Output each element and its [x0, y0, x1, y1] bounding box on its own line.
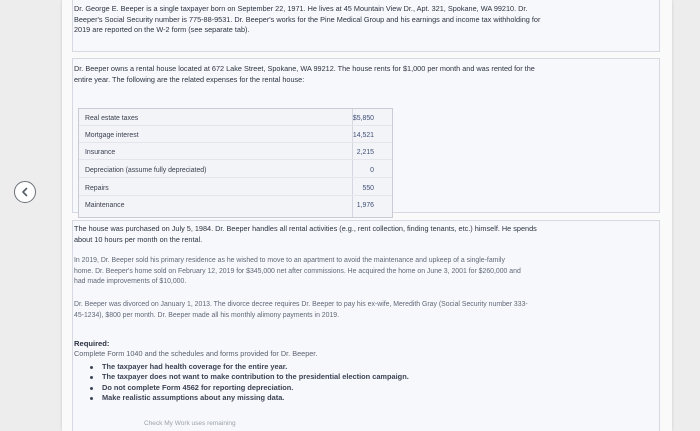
rental-intro-line: Dr. Beeper owns a rental house located a…: [74, 64, 535, 73]
purchase-paragraph: The house was purchased on July 5, 1984.…: [74, 224, 537, 245]
sale-line: had made improvements of $10,000.: [74, 278, 187, 285]
right-margin: [672, 0, 700, 431]
divorce-line: Dr. Beeper was divorced on January 1, 20…: [74, 301, 528, 308]
required-heading: Required:: [74, 339, 110, 348]
requirements-list: The taxpayer had health coverage for the…: [90, 362, 409, 403]
previous-page-button[interactable]: [14, 181, 36, 203]
table-row: Maintenance 1,976: [79, 198, 392, 213]
table-row: Insurance 2,215: [79, 145, 392, 160]
expense-value: $5,850: [352, 115, 374, 122]
table-row: Mortgage interest 14,521: [79, 128, 392, 143]
table-row: Repairs 550: [79, 181, 392, 196]
required-instruction: Complete Form 1040 and the schedules and…: [74, 349, 318, 358]
expense-label: Depreciation (assume fully depreciated): [85, 167, 207, 174]
rental-intro-paragraph: Dr. Beeper owns a rental house located a…: [74, 64, 535, 85]
expense-value: 14,521: [352, 132, 374, 139]
rental-intro-line: entire year. The following are the relat…: [74, 74, 305, 84]
problem-page: Dr. George E. Beeper is a single taxpaye…: [62, 0, 672, 431]
table-row: Depreciation (assume fully depreciated) …: [79, 163, 392, 178]
sale-line: home. Dr. Beeper's home sold on February…: [74, 267, 521, 275]
purchase-line: The house was purchased on July 5, 1984.…: [74, 224, 537, 233]
left-margin: [0, 0, 62, 431]
list-item: Make realistic assumptions about any mis…: [90, 393, 409, 403]
expense-value: 550: [362, 185, 375, 192]
purchase-line: about 10 hours per month on the rental.: [74, 234, 203, 244]
expense-value: 0: [370, 167, 374, 174]
list-item: The taxpayer does not want to make contr…: [90, 372, 409, 382]
expense-value: 1,976: [356, 202, 374, 209]
sale-line: In 2019, Dr. Beeper sold his primary res…: [74, 257, 505, 264]
list-item: The taxpayer had health coverage for the…: [90, 362, 409, 372]
chevron-left-icon: [22, 187, 28, 197]
sale-paragraph: In 2019, Dr. Beeper sold his primary res…: [74, 256, 521, 288]
divorce-paragraph: Dr. Beeper was divorced on January 1, 20…: [74, 300, 528, 321]
expense-label: Mortgage interest: [85, 132, 139, 139]
check-my-work-status: Check My Work uses remaining: [144, 420, 236, 427]
table-row: Real estate taxes $5,850: [79, 111, 392, 126]
intro-paragraph: Dr. George E. Beeper is a single taxpaye…: [74, 4, 540, 36]
rental-expenses-table: Real estate taxes $5,850 Mortgage intere…: [78, 108, 393, 218]
expense-value: 2,215: [356, 149, 374, 156]
divorce-line: 45-1234), $800 per month. Dr. Beeper mad…: [74, 311, 340, 319]
intro-line: Beeper's Social Security number is 775-8…: [74, 14, 541, 24]
expense-label: Repairs: [85, 185, 109, 192]
intro-line: Dr. George E. Beeper is a single taxpaye…: [74, 4, 528, 13]
expense-label: Maintenance: [85, 202, 125, 209]
list-item: Do not complete Form 4562 for reporting …: [90, 383, 409, 393]
expense-label: Insurance: [85, 149, 116, 156]
expense-label: Real estate taxes: [85, 115, 139, 122]
intro-line: 2019 are reported on the W-2 form (see s…: [74, 25, 250, 34]
